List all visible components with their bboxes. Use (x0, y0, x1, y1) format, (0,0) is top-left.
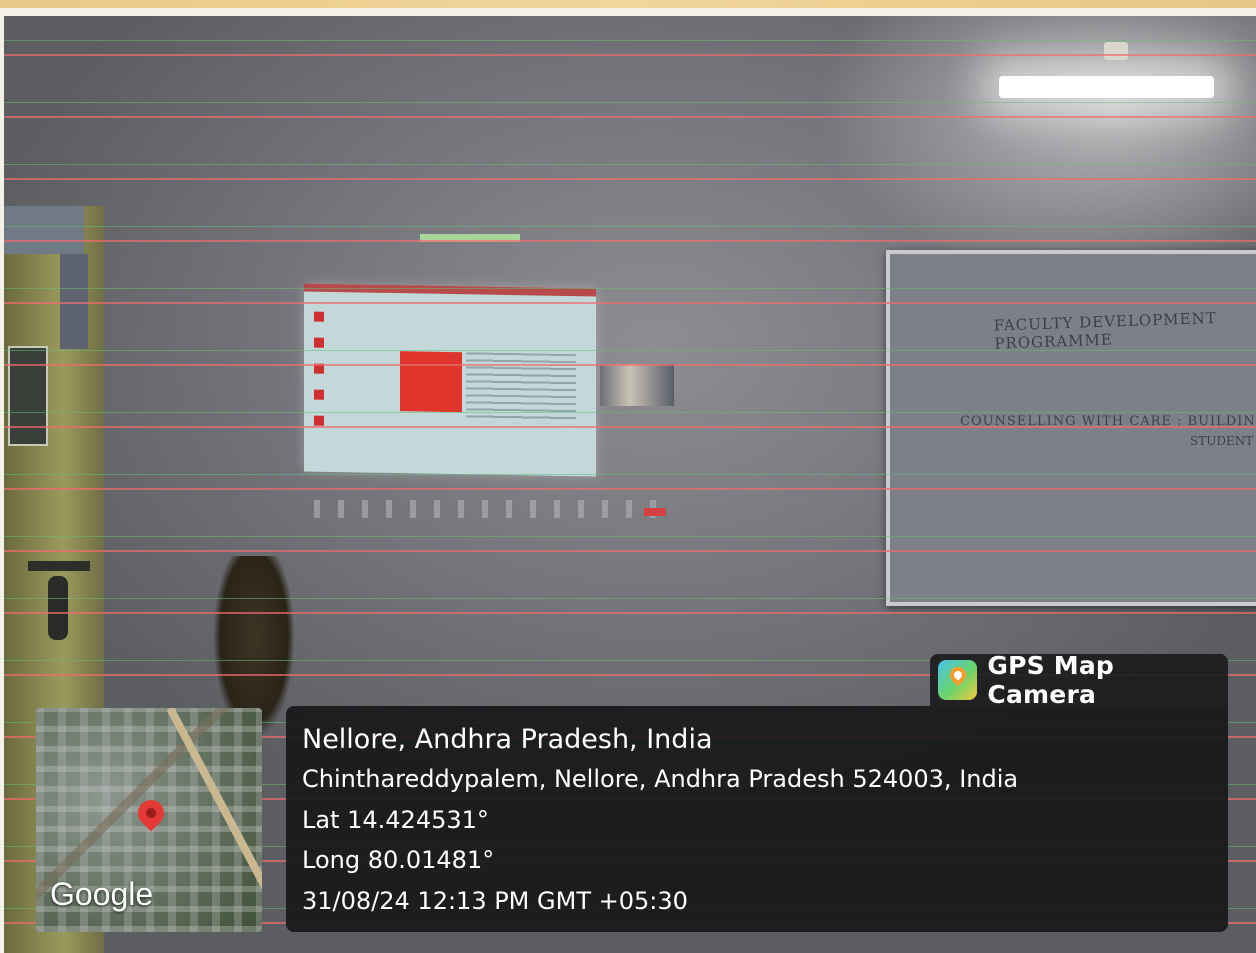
location-latitude: Lat 14.424531° (302, 806, 489, 834)
door-handle (28, 561, 90, 571)
top-border-band (0, 0, 1256, 8)
door-sign (8, 346, 48, 446)
door-side-panel (60, 254, 88, 349)
wall-mount-bracket (1104, 42, 1128, 60)
slide-title-bar (304, 283, 596, 297)
map-provider-label: Google (50, 876, 154, 912)
door-header-panel (4, 206, 84, 254)
projected-meeting-toolbar (314, 500, 674, 518)
whiteboard: FACULTY DEVELOPMENT PROGRAMME COUNSELLIN… (886, 250, 1256, 606)
map-road (166, 708, 262, 908)
location-longitude: Long 80.01481° (302, 846, 495, 874)
location-address: Chinthareddypalem, Nellore, Andhra Prade… (302, 765, 1019, 793)
whiteboard-topic: COUNSELLING WITH CARE : BUILDING BRIDGES (960, 414, 1256, 429)
location-info-panel: Nellore, Andhra Pradesh, India Chinthare… (286, 706, 1228, 932)
projected-end-button (644, 508, 666, 516)
location-city: Nellore, Andhra Pradesh, India (302, 724, 713, 755)
whiteboard-topic-continued: STUDENT R (1190, 434, 1256, 448)
capture-timestamp: 31/08/24 12:13 PM GMT +05:30 (302, 887, 688, 915)
slide-text-block (466, 352, 576, 425)
projected-meeting-status-bar (420, 234, 520, 242)
slide-thumbnails (310, 306, 332, 456)
ceiling-tube-light (999, 76, 1214, 98)
location-pin-icon (132, 794, 170, 832)
location-map-thumbnail: Google (36, 708, 262, 932)
door-lock (48, 576, 68, 640)
gps-map-camera-icon (938, 660, 978, 700)
whiteboard-title: FACULTY DEVELOPMENT PROGRAMME (993, 308, 1217, 353)
projected-presentation-slide (304, 283, 596, 477)
gps-app-name: GPS Map Camera (987, 651, 1115, 709)
gps-app-badge: GPS Map Camera (930, 651, 1228, 709)
projected-participant-video (600, 364, 674, 406)
slide-red-graphic (400, 351, 462, 413)
